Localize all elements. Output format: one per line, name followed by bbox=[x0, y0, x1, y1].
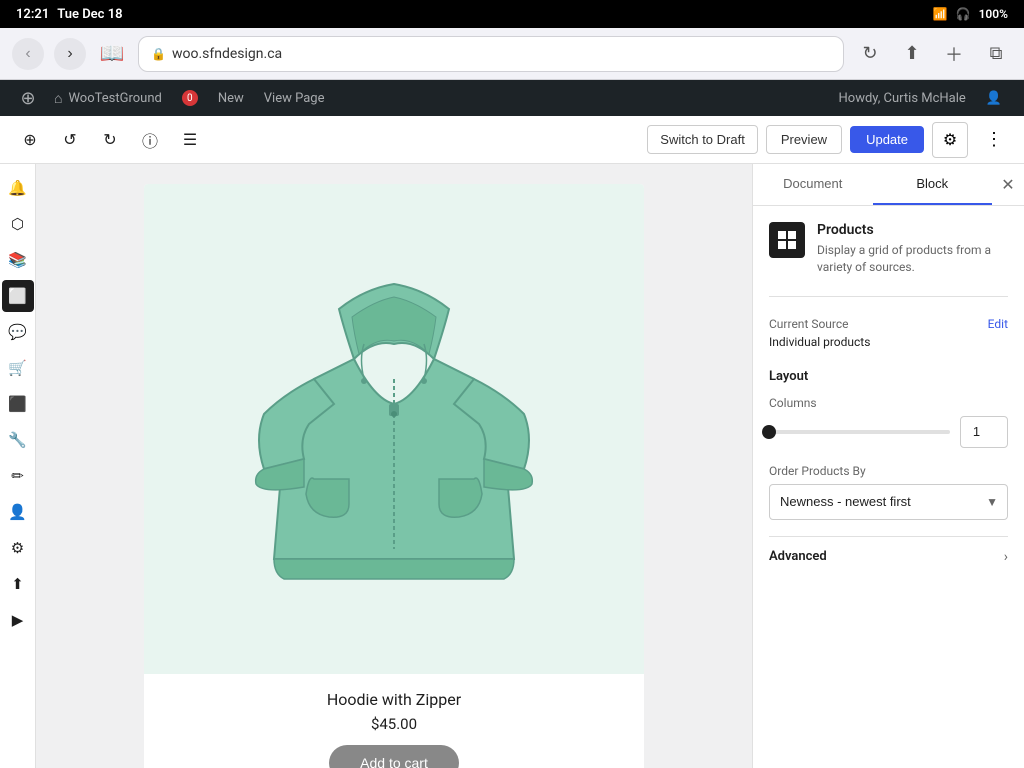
sidebar-item-box[interactable]: ⬛ bbox=[2, 388, 34, 420]
sidebar-item-tools[interactable]: 🔧 bbox=[2, 424, 34, 456]
product-info: Hoodie with Zipper $45.00 Add to cart bbox=[144, 674, 644, 768]
list-view-button[interactable]: ☰ bbox=[172, 122, 208, 158]
home-button[interactable]: ⌂ WooTestGround bbox=[44, 80, 172, 116]
preview-button[interactable]: Preview bbox=[766, 125, 842, 154]
date: Tue Dec 18 bbox=[57, 7, 122, 22]
add-block-button[interactable]: ⊕ bbox=[12, 122, 48, 158]
sidebar-item-blocks[interactable]: ⬜ bbox=[2, 280, 34, 312]
wp-admin-bar: ⊕ ⌂ WooTestGround 0 New View Page Howdy,… bbox=[0, 80, 1024, 116]
columns-control bbox=[769, 416, 1008, 448]
document-tab[interactable]: Document bbox=[753, 164, 873, 205]
advanced-section[interactable]: Advanced › bbox=[769, 536, 1008, 577]
tabs-button[interactable]: ⧉ bbox=[980, 38, 1012, 70]
order-by-select-wrapper: Newness - newest first Price - low to hi… bbox=[769, 484, 1008, 520]
block-info-button[interactable]: ⓘ bbox=[132, 122, 168, 158]
url-bar[interactable]: 🔒 woo.sfndesign.ca bbox=[138, 36, 844, 72]
columns-label: Columns bbox=[769, 396, 1008, 410]
battery-indicator: 100% bbox=[979, 7, 1008, 21]
notifications-button[interactable]: 0 bbox=[172, 80, 208, 116]
products-block-icon bbox=[777, 230, 797, 250]
order-by-label: Order Products By bbox=[769, 464, 1008, 478]
right-panel: Document Block ✕ Products Display a grid bbox=[752, 164, 1024, 768]
product-card: Hoodie with Zipper $45.00 Add to cart bbox=[144, 184, 644, 768]
canvas-content: Hoodie with Zipper $45.00 Add to cart bbox=[144, 184, 644, 748]
wp-logo[interactable]: ⊕ bbox=[12, 82, 44, 114]
current-source-row: Current Source Edit bbox=[769, 317, 1008, 331]
block-details: Products Display a grid of products from… bbox=[817, 222, 1008, 276]
sidebar-item-play[interactable]: ▶ bbox=[2, 604, 34, 636]
product-name: Hoodie with Zipper bbox=[160, 690, 628, 709]
new-content-button[interactable]: New bbox=[208, 80, 254, 116]
forward-button[interactable]: › bbox=[54, 38, 86, 70]
more-options-button[interactable]: ⋮ bbox=[976, 122, 1012, 158]
sidebar-item-notifications[interactable]: 🔔 bbox=[2, 172, 34, 204]
headphones-icon: 🎧 bbox=[956, 7, 971, 21]
panel-body: Products Display a grid of products from… bbox=[753, 206, 1024, 768]
share-button[interactable]: ⬆ bbox=[896, 38, 928, 70]
lock-icon: 🔒 bbox=[151, 47, 166, 61]
block-title: Products bbox=[817, 222, 1008, 238]
url-text: woo.sfndesign.ca bbox=[172, 46, 282, 62]
time: 12:21 bbox=[16, 7, 49, 22]
sidebar-item-settings[interactable]: ⚙ bbox=[2, 532, 34, 564]
reload-button[interactable]: ↻ bbox=[854, 38, 886, 70]
left-sidebar: 🔔 ⬡ 📚 ⬜ 💬 🛒 ⬛ 🔧 ✏ 👤 ⚙ ⬆ ▶ bbox=[0, 164, 36, 768]
block-icon bbox=[769, 222, 805, 258]
advanced-label: Advanced bbox=[769, 549, 827, 564]
view-page-button[interactable]: View Page bbox=[254, 80, 335, 116]
sidebar-item-patterns[interactable]: ⬡ bbox=[2, 208, 34, 240]
back-button[interactable]: ‹ bbox=[12, 38, 44, 70]
user-avatar[interactable]: 👤 bbox=[976, 80, 1012, 116]
switch-to-draft-button[interactable]: Switch to Draft bbox=[647, 125, 758, 154]
status-bar: 12:21 Tue Dec 18 📶 🎧 100% bbox=[0, 0, 1024, 28]
bookmarks-button[interactable]: 📖 bbox=[96, 38, 128, 70]
status-bar-right: 📶 🎧 100% bbox=[933, 7, 1008, 21]
new-label: New bbox=[218, 91, 244, 106]
current-source-label: Current Source bbox=[769, 317, 849, 331]
sidebar-item-import[interactable]: ⬆ bbox=[2, 568, 34, 600]
columns-number-input[interactable] bbox=[960, 416, 1008, 448]
toolbar-right: Switch to Draft Preview Update ⚙ ⋮ bbox=[647, 122, 1012, 158]
block-description: Display a grid of products from a variet… bbox=[817, 242, 1008, 276]
slider-thumb[interactable] bbox=[762, 425, 776, 439]
layout-title: Layout bbox=[769, 369, 1008, 384]
new-tab-button[interactable]: ＋ bbox=[938, 38, 970, 70]
sidebar-item-design[interactable]: ✏ bbox=[2, 460, 34, 492]
chevron-down-icon: › bbox=[1004, 549, 1008, 565]
site-name: WooTestGround bbox=[68, 91, 161, 106]
view-page-label: View Page bbox=[264, 91, 325, 106]
panel-tabs: Document Block ✕ bbox=[753, 164, 1024, 206]
canvas-area[interactable]: Hoodie with Zipper $45.00 Add to cart bbox=[36, 164, 752, 768]
order-by-select[interactable]: Newness - newest first Price - low to hi… bbox=[769, 484, 1008, 520]
sidebar-item-woocommerce[interactable]: 🛒 bbox=[2, 352, 34, 384]
individual-products-text: Individual products bbox=[769, 335, 1008, 349]
layout-section: Layout Columns bbox=[769, 369, 1008, 448]
panel-close-button[interactable]: ✕ bbox=[992, 169, 1024, 201]
redo-button[interactable]: ↻ bbox=[92, 122, 128, 158]
sidebar-item-media[interactable]: 📚 bbox=[2, 244, 34, 276]
sidebar-item-comments[interactable]: 💬 bbox=[2, 316, 34, 348]
block-tab[interactable]: Block bbox=[873, 164, 993, 205]
order-by-group: Order Products By Newness - newest first… bbox=[769, 464, 1008, 520]
sidebar-item-users[interactable]: 👤 bbox=[2, 496, 34, 528]
wifi-icon: 📶 bbox=[933, 7, 948, 21]
undo-button[interactable]: ↺ bbox=[52, 122, 88, 158]
block-info: Products Display a grid of products from… bbox=[769, 222, 1008, 297]
columns-slider[interactable] bbox=[769, 430, 950, 434]
browser-bar: ‹ › 📖 🔒 woo.sfndesign.ca ↻ ⬆ ＋ ⧉ bbox=[0, 28, 1024, 80]
user-greeting: Howdy, Curtis McHale bbox=[829, 91, 976, 106]
notification-badge: 0 bbox=[182, 90, 198, 106]
update-button[interactable]: Update bbox=[850, 126, 924, 153]
product-image bbox=[144, 184, 644, 674]
add-to-cart-button[interactable]: Add to cart bbox=[329, 745, 459, 768]
product-price: $45.00 bbox=[160, 715, 628, 733]
settings-button[interactable]: ⚙ bbox=[932, 122, 968, 158]
editor-toolbar: ⊕ ↺ ↻ ⓘ ☰ Switch to Draft Preview Update… bbox=[0, 116, 1024, 164]
status-bar-left: 12:21 Tue Dec 18 bbox=[16, 7, 123, 22]
hoodie-svg bbox=[234, 239, 554, 619]
main-layout: 🔔 ⬡ 📚 ⬜ 💬 🛒 ⬛ 🔧 ✏ 👤 ⚙ ⬆ ▶ bbox=[0, 164, 1024, 768]
home-icon: ⌂ bbox=[54, 90, 62, 107]
edit-source-link[interactable]: Edit bbox=[988, 317, 1008, 331]
